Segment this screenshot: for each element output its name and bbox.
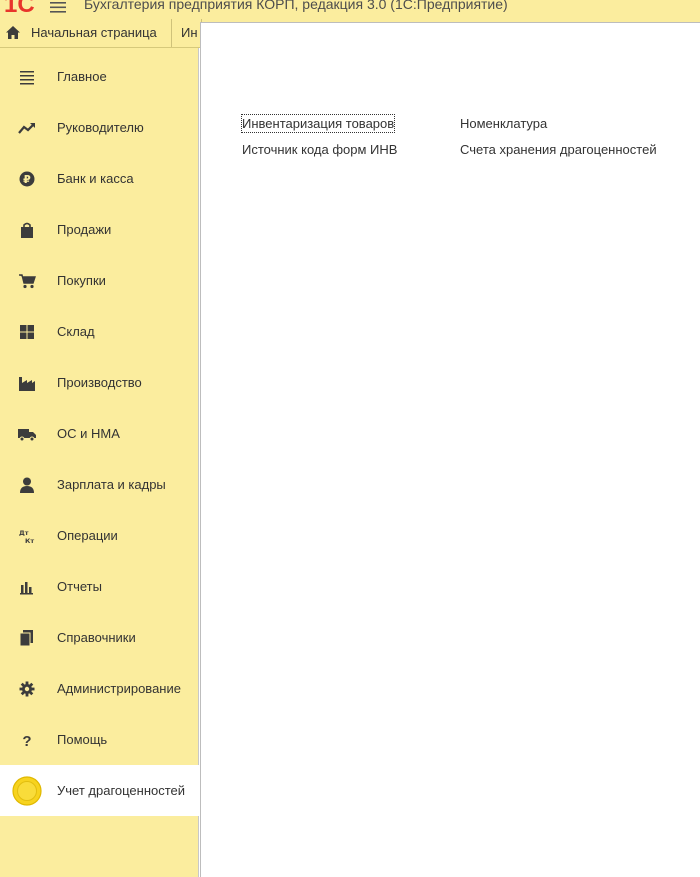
question-icon: ? — [22, 733, 31, 748]
books-icon — [19, 630, 33, 646]
factory-icon — [19, 377, 35, 391]
person-icon — [20, 477, 34, 493]
cart-icon — [19, 274, 36, 289]
sidebar-item-precious-metals[interactable]: Учет драгоценностей — [0, 765, 199, 816]
shopping-bag-icon — [21, 222, 33, 238]
ruble-coin-icon: ₽ — [19, 171, 35, 187]
sidebar-item-fixed-assets[interactable]: ОС и НМА — [0, 408, 199, 459]
gear-icon — [19, 681, 35, 697]
window-title: Бухгалтерия предприятия КОРП, редакция 3… — [84, 0, 508, 12]
sidebar-item-operations[interactable]: Дт Кт Операции — [0, 510, 199, 561]
link-inv-form-code-source[interactable]: Источник кода форм ИНВ — [242, 141, 397, 158]
svg-text:?: ? — [22, 733, 31, 748]
sidebar-item-label: Справочники — [57, 630, 136, 645]
sidebar-item-label: Отчеты — [57, 579, 102, 594]
sidebar-item-label: Производство — [57, 375, 142, 390]
sidebar-item-label: Банк и касса — [57, 171, 134, 186]
sidebar: Главное Руководителю ₽ Банк и касса Прод… — [0, 48, 199, 877]
sidebar-item-reports[interactable]: Отчеты — [0, 561, 199, 612]
tab-home-label: Начальная страница — [31, 25, 157, 40]
svg-text:Кт: Кт — [25, 537, 34, 544]
warehouse-grid-icon — [20, 325, 34, 339]
sidebar-item-sales[interactable]: Продажи — [0, 204, 199, 255]
tab-home[interactable]: Начальная страница — [0, 19, 172, 47]
sidebar-item-salary[interactable]: Зарплата и кадры — [0, 459, 199, 510]
hamburger-menu-icon[interactable] — [50, 1, 66, 13]
tab-second-label: Ин — [181, 25, 198, 40]
sidebar-item-label: Помощь — [57, 732, 108, 747]
sidebar-item-manager[interactable]: Руководителю — [0, 102, 199, 153]
sidebar-item-label: Операции — [57, 528, 118, 543]
sidebar-item-label: Главное — [57, 69, 107, 84]
sidebar-item-production[interactable]: Производство — [0, 357, 199, 408]
truck-icon — [18, 429, 36, 442]
svg-text:1C: 1C — [4, 0, 35, 14]
sidebar-item-label: Администрирование — [57, 681, 181, 696]
link-goods-inventory[interactable]: Инвентаризация товаров — [240, 114, 396, 133]
sidebar-item-label: Зарплата и кадры — [57, 477, 166, 492]
list-icon — [20, 71, 34, 85]
content-panel: Инвентаризация товаров Номенклатура Исто… — [200, 22, 700, 877]
sidebar-item-bank[interactable]: ₽ Банк и касса — [0, 153, 199, 204]
sidebar-item-catalogs[interactable]: Справочники — [0, 612, 199, 663]
gold-coin-icon — [12, 776, 42, 806]
title-bar: 1C Бухгалтерия предприятия КОРП, редакци… — [0, 0, 700, 19]
trend-up-icon — [18, 123, 35, 134]
sidebar-item-main[interactable]: Главное — [0, 51, 199, 102]
sidebar-item-label: ОС и НМА — [57, 426, 120, 441]
sidebar-item-help[interactable]: ? Помощь — [0, 714, 199, 765]
sidebar-item-label: Продажи — [57, 222, 112, 237]
sidebar-item-purchases[interactable]: Покупки — [0, 255, 199, 306]
sidebar-item-label: Руководителю — [57, 120, 144, 135]
sidebar-item-label: Покупки — [57, 273, 106, 288]
tab-second[interactable]: Ин — [172, 19, 202, 47]
sidebar-item-administration[interactable]: Администрирование — [0, 663, 199, 714]
bar-chart-icon — [20, 582, 33, 595]
home-icon — [6, 26, 20, 39]
debit-credit-icon: Дт Кт — [19, 529, 34, 544]
link-precious-storage-accounts[interactable]: Счета хранения драгоценностей — [460, 141, 657, 158]
sidebar-item-label: Склад — [57, 324, 95, 339]
sidebar-item-label: Учет драгоценностей — [57, 783, 186, 798]
svg-text:Дт: Дт — [19, 529, 29, 537]
sidebar-item-warehouse[interactable]: Склад — [0, 306, 199, 357]
link-nomenclature[interactable]: Номенклатура — [460, 115, 547, 132]
svg-text:₽: ₽ — [23, 173, 31, 186]
1c-logo-icon: 1C — [4, 0, 35, 14]
